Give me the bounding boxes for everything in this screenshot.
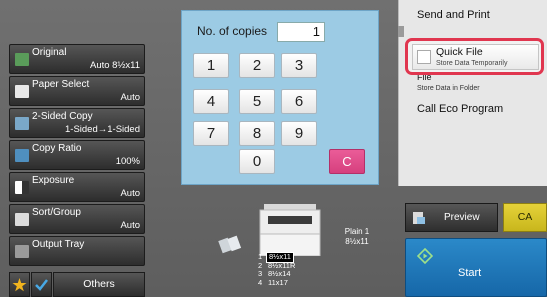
tray-row[interactable]: 4 11x17 — [258, 277, 318, 288]
exposure-button[interactable]: Exposure Auto — [9, 172, 145, 202]
copies-label: No. of copies — [197, 24, 268, 38]
ca-button[interactable]: CA — [503, 203, 547, 232]
output-tray-icon — [15, 245, 29, 258]
two-sided-copy-button[interactable]: 2-Sided Copy 1-Sided→1-Sided — [9, 108, 145, 138]
exposure-label: Exposure — [32, 175, 75, 186]
favorites-button[interactable] — [9, 272, 30, 297]
printer-graphic — [259, 204, 321, 256]
output-tray-label: Output Tray — [32, 239, 85, 250]
exposure-value: Auto — [120, 188, 140, 199]
sort-group-label: Sort/Group — [32, 207, 81, 218]
panel-tab-icon[interactable] — [398, 26, 404, 37]
paper-select-icon — [15, 85, 29, 98]
paper-select-label: Paper Select — [32, 79, 90, 90]
copy-ratio-button[interactable]: Copy Ratio 100% — [9, 140, 145, 170]
original-label: Original — [32, 47, 67, 58]
key-3[interactable]: 3 — [281, 53, 317, 78]
exposure-icon — [15, 181, 29, 194]
start-label: Start — [458, 267, 482, 279]
output-tray-button[interactable]: Output Tray — [9, 236, 145, 266]
start-icon — [417, 248, 433, 264]
original-value: Auto 8½x11 — [89, 60, 140, 71]
key-2[interactable]: 2 — [239, 53, 275, 78]
output-paper-info: Plain 1 8½x11 — [335, 227, 379, 247]
key-5[interactable]: 5 — [239, 89, 275, 114]
copy-ratio-value: 100% — [115, 156, 140, 167]
start-button[interactable]: Start — [405, 238, 547, 297]
preview-button[interactable]: Preview — [405, 203, 498, 232]
quick-file-button[interactable]: Quick File Store Data Temporarily — [412, 44, 539, 70]
original-icon — [15, 53, 29, 66]
key-4[interactable]: 4 — [193, 89, 229, 114]
key-9[interactable]: 9 — [281, 121, 317, 146]
tray-row[interactable]: 3 8½x14 — [258, 269, 318, 279]
sort-group-icon — [15, 213, 29, 226]
key-7[interactable]: 7 — [193, 121, 229, 146]
copies-keypad: No. of copies 1 1 2 3 4 5 6 7 8 9 0 C — [181, 10, 379, 185]
key-6[interactable]: 6 — [281, 89, 317, 114]
plain-label: Plain 1 — [344, 227, 370, 236]
two-sided-copy-value: 1-Sided→1-Sided — [65, 124, 140, 135]
file-sub: Store Data in Folder — [417, 85, 480, 92]
key-8[interactable]: 8 — [239, 121, 275, 146]
others-button[interactable]: Others — [53, 272, 145, 297]
preview-label: Preview — [444, 212, 480, 223]
original-button[interactable]: Original Auto 8½x11 — [9, 44, 145, 74]
bottom-bar: Others — [9, 272, 145, 297]
tray-size: 11x17 — [268, 277, 288, 287]
copy-ratio-label: Copy Ratio — [32, 143, 82, 154]
paper-select-button[interactable]: Paper Select Auto — [9, 76, 145, 106]
copy-ratio-icon — [15, 149, 29, 162]
action-panel: Send and Print File Store Data in Folder… — [398, 0, 547, 186]
sort-group-value: Auto — [120, 220, 140, 231]
send-and-print-item[interactable]: Send and Print — [417, 9, 490, 21]
star-icon — [12, 278, 27, 292]
original-feed-icon — [218, 235, 242, 254]
two-sided-copy-icon — [15, 117, 29, 130]
quick-file-label: Quick File — [436, 46, 483, 58]
copy-screen: Original Auto 8½x11 Paper Select Auto 2-… — [0, 0, 547, 297]
check-button[interactable] — [31, 272, 52, 297]
key-1[interactable]: 1 — [193, 53, 229, 78]
clear-key[interactable]: C — [329, 149, 365, 174]
call-eco-program-item[interactable]: Call Eco Program — [417, 103, 503, 115]
paper-select-value: Auto — [120, 92, 140, 103]
plain-size: 8½x11 — [345, 237, 369, 246]
key-0[interactable]: 0 — [239, 149, 275, 174]
tray-num: 4 — [258, 277, 263, 287]
quick-file-checkbox[interactable] — [417, 50, 431, 64]
quick-file-highlight: Quick File Store Data Temporarily — [405, 38, 544, 75]
preview-icon — [413, 212, 425, 224]
tray-list: 1 8½x11 2 8½x11R 3 8½x14 4 11x17 — [258, 252, 318, 288]
two-sided-copy-label: 2-Sided Copy — [32, 111, 93, 122]
quick-file-sub: Store Data Temporarily — [436, 60, 508, 67]
copies-input[interactable]: 1 — [277, 22, 325, 42]
sort-group-button[interactable]: Sort/Group Auto — [9, 204, 145, 234]
checkmark-icon — [35, 279, 48, 291]
